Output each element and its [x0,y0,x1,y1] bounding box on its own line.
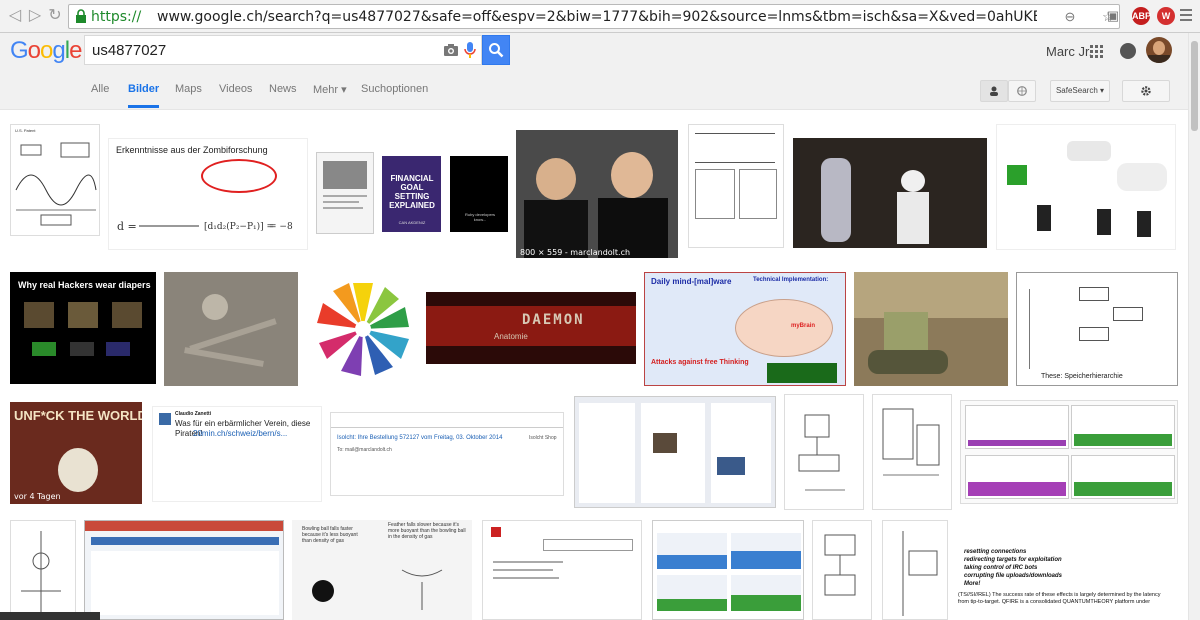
result-thumb-emotion-wheel[interactable] [308,274,418,384]
result-thumb-stone-skeleton[interactable] [164,272,298,386]
url-text: www.google.ch/search?q=us4877027&safe=of… [157,9,1037,25]
result-thumb-zombiforschung[interactable]: Erkenntnisse aus der Zombiforschung d = … [108,138,308,250]
result-thumb-order-mail[interactable]: Isolcht: Ihre Bestellung 572127 vom Frei… [330,412,564,496]
thumb-caption: vor 4 Tagen [14,492,61,501]
svg-text:= −8: = −8 [269,222,293,232]
result-thumb-patent-page[interactable] [688,124,784,248]
browser-toolbar: ◁ ▷ ↻ https:// www.google.ch/search?q=us… [0,0,1200,33]
tab-alle[interactable]: Alle [91,83,109,95]
thumb-caption: 800 × 559 - marclandolt.ch [520,248,631,257]
zoom-icon[interactable]: ⊖ [1061,8,1079,26]
search-input[interactable]: us4877027 [84,35,482,65]
lock-icon [76,9,86,23]
result-thumb-hackers-diapers[interactable]: Why real Hackers wear diapers [10,272,156,384]
search-query: us4877027 [92,42,167,59]
avatar[interactable] [1146,37,1172,63]
private-results-button[interactable] [980,80,1008,102]
result-thumb-tank[interactable] [854,272,1008,386]
result-thumb-snowden-photo[interactable]: 800 × 559 - marclandolt.ch [516,130,678,258]
back-icon[interactable]: ◁ [6,7,24,25]
url-scheme: https:// [91,9,142,25]
tab-bilder[interactable]: Bilder [128,83,160,108]
result-thumb-document[interactable] [316,152,374,234]
tab-news[interactable]: News [269,83,297,95]
menu-icon[interactable] [1180,9,1192,23]
result-thumb-mind-malware[interactable]: Daily mind-[mal]ware Technical Implement… [644,272,846,386]
globe-icon [1017,86,1027,96]
tab-mehr[interactable]: Mehr ▾ [313,83,347,96]
result-thumb-stormtrooper[interactable] [793,138,987,248]
svg-text:d =: d = [117,220,137,233]
result-thumb-ruby[interactable]: Ruby developers know... [450,156,508,232]
result-thumb-speicherhierarchie[interactable]: These: Speicherhierarchie [1016,272,1178,386]
result-thumb-daemon-book[interactable]: DAEMON Anatomie [426,292,636,364]
result-thumb-patent-fig2[interactable] [872,394,952,510]
result-thumb-patent-circuit[interactable] [10,520,76,620]
result-thumb-load-graphs[interactable] [960,400,1178,504]
result-thumb-nsa-diagram[interactable] [996,124,1176,250]
safesearch-dropdown[interactable]: SafeSearch ▾ [1050,80,1110,102]
result-thumb-patent-fig1[interactable] [784,394,864,510]
result-thumb-patent-flow1[interactable] [812,520,872,620]
result-thumb-traffic-graphs[interactable] [652,520,804,620]
google-logo[interactable]: Google [10,37,82,65]
search-icon [489,43,504,58]
page-scrollbar[interactable] [1188,33,1200,620]
result-thumb-patent-flow2[interactable] [882,520,948,620]
person-icon [990,86,998,96]
tab-suchoptionen[interactable]: Suchoptionen [361,83,428,95]
image-results-grid: U.S. Patent Erkenntnisse aus der Zombifo… [0,110,1188,620]
result-thumb-claudio-tweet[interactable]: Claudio Zanetti Was für ein erbärmlicher… [152,406,322,502]
result-thumb-financial-goal[interactable]: FINANCIAL GOAL SETTING EXPLAINED CAN AKD… [382,156,441,232]
scrollbar-thumb[interactable] [1191,41,1198,131]
settings-button[interactable] [1122,80,1170,102]
tab-videos[interactable]: Videos [219,83,252,95]
forward-icon[interactable]: ▷ [26,7,44,25]
result-thumb-app-screenshot[interactable] [84,520,284,620]
result-thumb-quantum-slide[interactable]: resetting connections redirecting target… [956,544,1180,620]
address-bar[interactable]: https:// www.google.ch/search?q=us487702… [68,4,1120,29]
camera-icon[interactable] [443,42,459,58]
wot-icon[interactable]: W [1157,7,1175,25]
microphone-icon[interactable] [463,41,477,59]
search-button[interactable] [482,35,510,65]
notifications-icon[interactable] [1120,43,1136,59]
gear-icon [1141,86,1151,96]
result-thumb-buoyancy[interactable]: Bowling ball falls faster because it's l… [292,520,472,620]
extension-puzzle-icon[interactable]: ▣ [1104,7,1122,25]
result-thumb-patent-diagram[interactable]: U.S. Patent [10,124,100,236]
result-thumb-letter[interactable] [482,520,642,620]
svg-text:[d₁d₂(P₂−P₁)] =: [d₁d₂(P₂−P₁)] = [204,221,274,232]
result-thumb-social-feed[interactable] [574,396,776,508]
status-bar [0,612,100,620]
public-results-button[interactable] [1008,80,1036,102]
result-thumb-unfck-world[interactable]: UNF*CK THE WORLD vor 4 Tagen [10,402,142,504]
reload-icon[interactable]: ↻ [46,7,64,25]
tab-maps[interactable]: Maps [175,83,202,95]
adblock-icon[interactable]: ABP [1132,7,1151,25]
search-header: Google us4877027 Marc Jr. Alle Bilder Ma… [0,33,1200,110]
user-name[interactable]: Marc Jr. [1046,44,1092,59]
apps-grid-icon[interactable] [1090,45,1103,58]
